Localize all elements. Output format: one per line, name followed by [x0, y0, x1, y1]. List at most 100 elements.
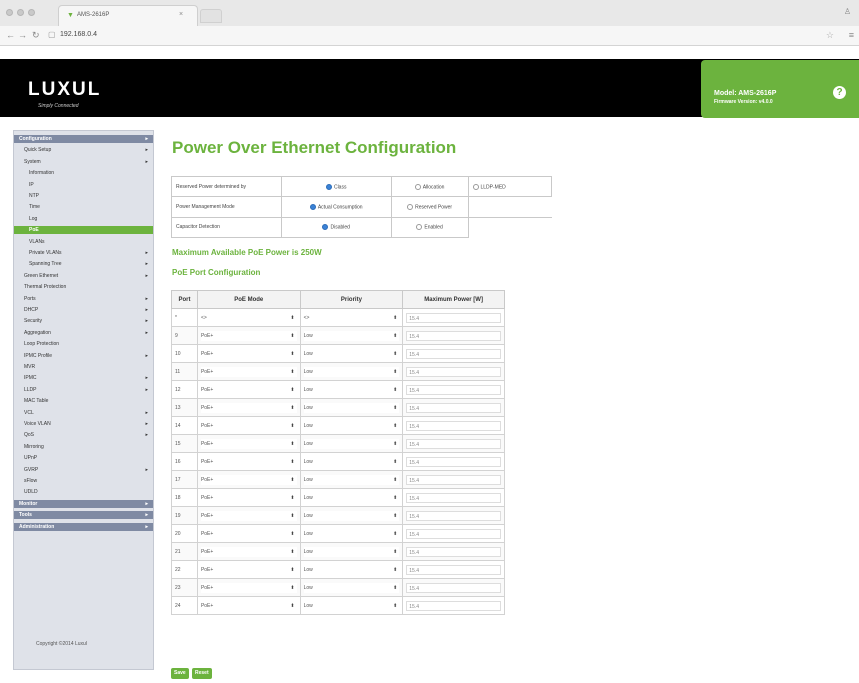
sidebar-item-green-ethernet[interactable]: Green Ethernet ▸: [14, 272, 153, 280]
option-disabled[interactable]: Disabled: [280, 216, 392, 239]
poe-mode-select[interactable]: PoE+ ⬍: [200, 564, 297, 575]
radio-enabled[interactable]: [416, 224, 423, 231]
poe-mode-select[interactable]: PoE+ ⬍: [200, 474, 297, 485]
bookmark-star-icon[interactable]: ☆: [826, 30, 834, 41]
priority-select[interactable]: Low ⬍: [303, 600, 400, 611]
radio-actual-consumption[interactable]: [309, 203, 316, 210]
max-power-input[interactable]: 15.4: [406, 564, 501, 575]
sidebar-item-loop-protection[interactable]: Loop Protection: [14, 340, 153, 348]
max-power-input[interactable]: 15.4: [406, 420, 501, 431]
sidebar-item-thermal-protection[interactable]: Thermal Protection: [14, 283, 153, 291]
priority-select[interactable]: Low ⬍: [303, 402, 400, 413]
sidebar-item-ipmc-profile[interactable]: IPMC Profile ▸: [14, 352, 153, 360]
sidebar-item-ip[interactable]: IP: [14, 181, 153, 189]
poe-mode-select[interactable]: PoE+ ⬍: [200, 330, 297, 341]
sidebar-item-information[interactable]: Information: [14, 169, 153, 177]
forward-icon[interactable]: →: [18, 30, 27, 40]
max-power-input[interactable]: 15.4: [406, 546, 501, 557]
radio-lldp-med[interactable]: [472, 183, 479, 190]
sidebar-item-sflow[interactable]: sFlow: [14, 477, 153, 485]
max-power-input[interactable]: 15.4: [406, 438, 501, 449]
priority-select[interactable]: Low ⬍: [303, 348, 400, 359]
poe-mode-select[interactable]: PoE+ ⬍: [200, 582, 297, 593]
priority-select[interactable]: Low ⬍: [303, 546, 400, 557]
radio-class[interactable]: [325, 183, 332, 190]
priority-select[interactable]: <> ⬍: [303, 312, 400, 323]
url-input[interactable]: ▢ 192.168.0.4 ☆: [48, 29, 838, 43]
back-icon[interactable]: ←: [6, 30, 15, 40]
sidebar-item-ipmc[interactable]: IPMC ▸: [14, 374, 153, 382]
poe-mode-select[interactable]: PoE+ ⬍: [200, 492, 297, 503]
priority-select[interactable]: Low ⬍: [303, 492, 400, 503]
option-lldp-med[interactable]: LLDP-MED: [467, 175, 552, 198]
browser-menu-icon[interactable]: ≡: [849, 30, 854, 40]
poe-mode-select[interactable]: PoE+ ⬍: [200, 528, 297, 539]
max-power-input[interactable]: 15.4: [406, 402, 501, 413]
max-power-input[interactable]: 15.4: [406, 582, 501, 593]
max-power-input[interactable]: 15.4: [406, 384, 501, 395]
option-reserved-power[interactable]: Reserved Power: [390, 196, 469, 218]
priority-select[interactable]: Low ⬍: [303, 456, 400, 467]
priority-select[interactable]: Low ⬍: [303, 420, 400, 431]
max-power-input[interactable]: 15.4: [406, 330, 501, 341]
priority-select[interactable]: Low ⬍: [303, 582, 400, 593]
close-window-icon[interactable]: [6, 9, 13, 16]
new-tab-button[interactable]: [200, 9, 222, 23]
priority-select[interactable]: Low ⬍: [303, 528, 400, 539]
poe-mode-select[interactable]: PoE+ ⬍: [200, 348, 297, 359]
priority-select[interactable]: Low ⬍: [303, 366, 400, 377]
max-power-input[interactable]: 15.4: [406, 528, 501, 539]
poe-mode-select[interactable]: PoE+ ⬍: [200, 546, 297, 557]
priority-select[interactable]: Low ⬍: [303, 510, 400, 521]
poe-mode-select[interactable]: PoE+ ⬍: [200, 420, 297, 431]
max-power-input[interactable]: 15.4: [406, 366, 501, 377]
sidebar-item-qos[interactable]: QoS ▸: [14, 431, 153, 439]
sidebar-item-ntp[interactable]: NTP: [14, 192, 153, 200]
poe-mode-select[interactable]: PoE+ ⬍: [200, 600, 297, 611]
help-icon[interactable]: ?: [833, 86, 846, 99]
sidebar-item-udld[interactable]: UDLD: [14, 488, 153, 496]
max-power-input[interactable]: 15.4: [406, 600, 501, 611]
radio-allocation[interactable]: [414, 183, 421, 190]
poe-mode-select[interactable]: PoE+ ⬍: [200, 510, 297, 521]
max-power-input[interactable]: 15.4: [406, 492, 501, 503]
sidebar-item-vcl[interactable]: VCL ▸: [14, 409, 153, 417]
sidebar-item-upnp[interactable]: UPnP: [14, 454, 153, 462]
reload-icon[interactable]: ↻: [32, 30, 40, 41]
option-enabled[interactable]: Enabled: [390, 216, 469, 239]
sidebar-item-spanning-tree[interactable]: Spanning Tree ▸: [14, 260, 153, 268]
poe-mode-select[interactable]: PoE+ ⬍: [200, 384, 297, 395]
sidebar-item-administration[interactable]: Administration ▸: [14, 522, 153, 531]
sidebar-item-log[interactable]: Log: [14, 215, 153, 223]
profile-icon[interactable]: ♙: [844, 7, 851, 16]
reset-button[interactable]: Reset: [192, 668, 212, 679]
poe-mode-select[interactable]: PoE+ ⬍: [200, 402, 297, 413]
priority-select[interactable]: Low ⬍: [303, 330, 400, 341]
priority-select[interactable]: Low ⬍: [303, 438, 400, 449]
browser-tab[interactable]: ▼ AMS-2616P ×: [58, 5, 198, 26]
sidebar-item-private-vlans[interactable]: Private VLANs ▸: [14, 249, 153, 257]
sidebar-item-gvrp[interactable]: GVRP ▸: [14, 466, 153, 474]
radio-reserved-power[interactable]: [407, 203, 414, 210]
sidebar-item-quick-setup[interactable]: Quick Setup ▸: [14, 146, 153, 154]
sidebar-item-configuration[interactable]: Configuration ▸: [14, 135, 153, 143]
option-class[interactable]: Class: [280, 175, 392, 198]
priority-select[interactable]: Low ⬍: [303, 564, 400, 575]
poe-mode-select[interactable]: PoE+ ⬍: [200, 438, 297, 449]
maximize-window-icon[interactable]: [28, 9, 35, 16]
sidebar-item-voice-vlan[interactable]: Voice VLAN ▸: [14, 420, 153, 428]
sidebar-item-vlans[interactable]: VLANs: [14, 238, 153, 246]
sidebar-item-time[interactable]: Time: [14, 203, 153, 211]
radio-disabled[interactable]: [322, 224, 329, 231]
sidebar-item-poe[interactable]: PoE: [14, 226, 153, 235]
sidebar-item-security[interactable]: Security ▸: [14, 317, 153, 325]
minimize-window-icon[interactable]: [17, 9, 24, 16]
poe-mode-select[interactable]: PoE+ ⬍: [200, 456, 297, 467]
tab-close-icon[interactable]: ×: [179, 11, 183, 18]
max-power-input[interactable]: 15.4: [406, 312, 501, 323]
max-power-input[interactable]: 15.4: [406, 456, 501, 467]
sidebar-item-aggregation[interactable]: Aggregation ▸: [14, 329, 153, 337]
sidebar-item-system[interactable]: System ▸: [14, 158, 153, 166]
option-allocation[interactable]: Allocation: [390, 175, 469, 198]
max-power-input[interactable]: 15.4: [406, 510, 501, 521]
